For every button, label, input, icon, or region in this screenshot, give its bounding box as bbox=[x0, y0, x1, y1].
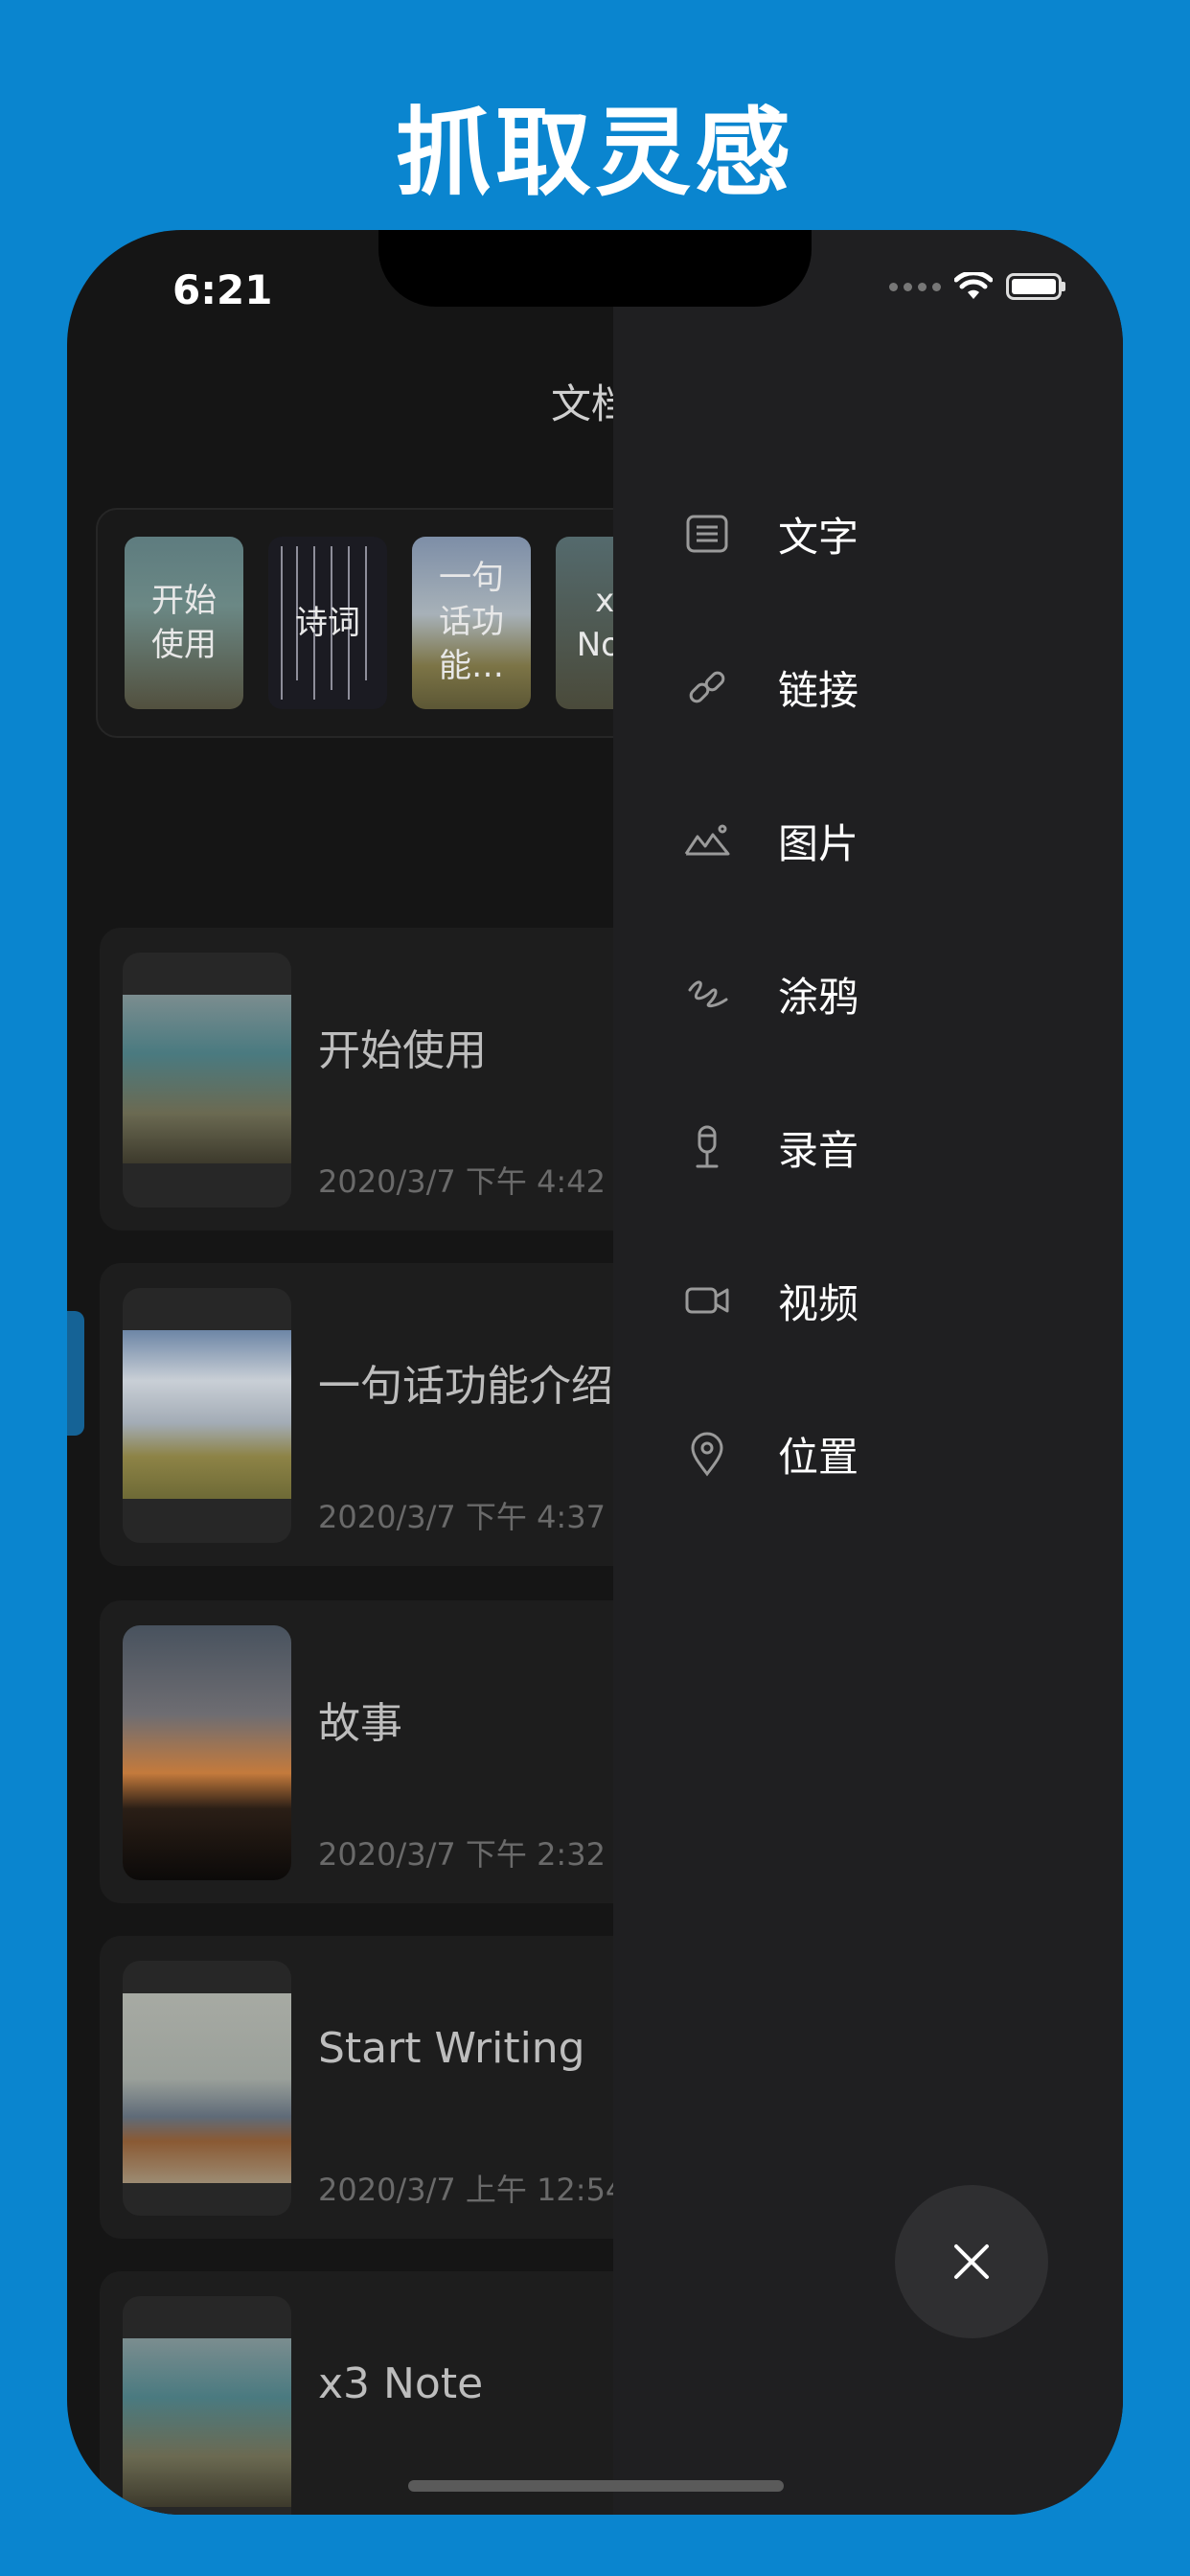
chip-label: 开始使用 bbox=[151, 582, 217, 664]
video-icon bbox=[680, 1274, 734, 1327]
home-indicator[interactable] bbox=[408, 2480, 784, 2492]
image-icon bbox=[680, 814, 734, 867]
note-card[interactable]: x3 Note bbox=[100, 2271, 636, 2515]
note-card[interactable]: 故事 2020/3/7 下午 2:32 bbox=[100, 1600, 636, 1903]
add-menu-drawer: 文字 链接 图片 涂鸦 录音 视频 位置 bbox=[613, 230, 1123, 2515]
menu-item-label: 录音 bbox=[778, 1126, 859, 1174]
microphone-icon bbox=[680, 1120, 734, 1174]
chip-label: 一句话功能… bbox=[439, 559, 504, 685]
note-thumbnail bbox=[123, 1288, 291, 1543]
note-title: 开始使用 bbox=[318, 1026, 487, 1075]
signal-icon bbox=[889, 282, 941, 291]
close-icon bbox=[954, 2244, 989, 2279]
menu-item-text[interactable]: 文字 bbox=[680, 495, 858, 572]
menu-item-location[interactable]: 位置 bbox=[680, 1415, 858, 1492]
note-date: 2020/3/7 下午 4:37 bbox=[318, 1499, 606, 1535]
notebook-chip[interactable]: 一句话功能… bbox=[412, 537, 531, 709]
note-card[interactable]: 开始使用 2020/3/7 下午 4:42 bbox=[100, 928, 636, 1230]
menu-item-doodle[interactable]: 涂鸦 bbox=[680, 955, 858, 1032]
note-title: x3 Note bbox=[318, 2359, 484, 2408]
note-date: 2020/3/7 下午 2:32 bbox=[318, 1836, 606, 1873]
note-thumbnail bbox=[123, 953, 291, 1208]
notebook-strip: 开始使用 诗词 一句话功能… x3 Note bbox=[96, 508, 675, 738]
doodle-icon bbox=[680, 967, 734, 1021]
note-card[interactable]: 一句话功能介绍 2020/3/7 下午 4:37 bbox=[100, 1263, 636, 1566]
menu-item-video[interactable]: 视频 bbox=[680, 1262, 858, 1339]
menu-item-label: 视频 bbox=[778, 1279, 859, 1327]
menu-item-label: 位置 bbox=[778, 1433, 859, 1481]
phone-frame: 6:21 文档 开始使用 诗词 一句话功能… 开始使用 2020/3/7 下午 … bbox=[67, 230, 1123, 2515]
menu-item-link[interactable]: 链接 bbox=[680, 649, 858, 725]
note-thumbnail bbox=[123, 2296, 291, 2515]
close-button[interactable] bbox=[895, 2185, 1048, 2338]
location-icon bbox=[680, 1427, 734, 1481]
status-time: 6:21 bbox=[172, 266, 273, 313]
wifi-icon bbox=[954, 272, 993, 299]
notch bbox=[378, 230, 812, 307]
chip-label: 诗词 bbox=[295, 604, 360, 642]
note-thumbnail bbox=[123, 1625, 291, 1880]
note-card[interactable]: Start Writing 2020/3/7 上午 12:54 bbox=[100, 1936, 636, 2239]
edge-handle[interactable] bbox=[67, 1311, 84, 1436]
note-title: Start Writing bbox=[318, 2024, 585, 2073]
menu-item-label: 文字 bbox=[778, 513, 859, 561]
notebook-chip[interactable]: 开始使用 bbox=[125, 537, 243, 709]
notebook-chip[interactable]: 诗词 bbox=[268, 537, 387, 709]
note-date: 2020/3/7 上午 12:54 bbox=[318, 2172, 626, 2208]
battery-icon bbox=[1006, 273, 1062, 300]
menu-item-label: 涂鸦 bbox=[778, 973, 859, 1021]
link-icon bbox=[680, 660, 734, 714]
promo-title: 抓取灵感 bbox=[396, 97, 794, 209]
note-thumbnail bbox=[123, 1961, 291, 2216]
menu-item-label: 链接 bbox=[778, 666, 859, 714]
note-title: 故事 bbox=[318, 1699, 402, 1748]
note-title: 一句话功能介绍 bbox=[318, 1362, 613, 1411]
text-icon bbox=[680, 507, 734, 561]
status-icons bbox=[889, 272, 1065, 301]
note-date: 2020/3/7 下午 4:42 bbox=[318, 1163, 606, 1200]
menu-item-label: 图片 bbox=[778, 819, 859, 867]
menu-item-image[interactable]: 图片 bbox=[680, 802, 858, 879]
menu-item-record[interactable]: 录音 bbox=[680, 1109, 858, 1185]
